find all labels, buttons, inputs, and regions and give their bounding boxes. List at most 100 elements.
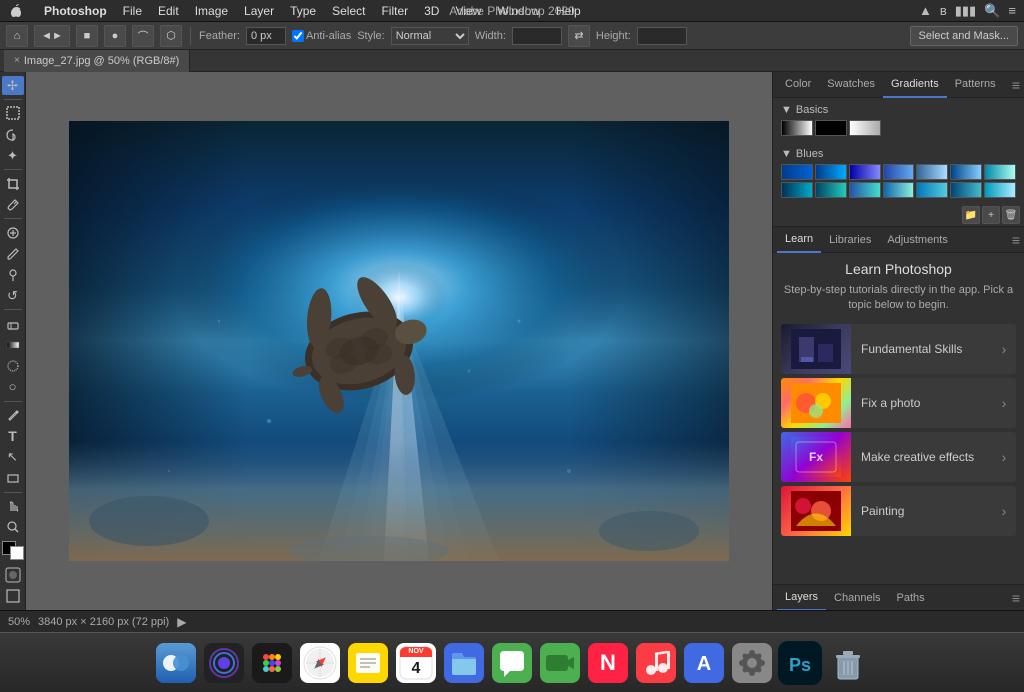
style-select[interactable]: Normal Fixed Ratio Fixed Size (391, 27, 469, 45)
select-mask-button[interactable]: Select and Mask... (910, 26, 1019, 46)
swatch-teal2[interactable] (815, 182, 847, 198)
blues-header[interactable]: ▼ Blues (777, 146, 1020, 162)
path-select-tool[interactable]: ↖ (2, 448, 24, 467)
gradients-folder-btn[interactable]: 📁 (962, 206, 980, 224)
learn-item-fix-photo[interactable]: Fix a photo › (781, 378, 1016, 428)
pen-tool[interactable] (2, 405, 24, 424)
lasso-tool[interactable] (2, 125, 24, 144)
tab-paths[interactable]: Paths (889, 585, 933, 611)
swatch-blue5[interactable] (916, 164, 948, 180)
dock-facetime[interactable] (538, 641, 582, 685)
status-arrow[interactable]: ▶ (177, 615, 186, 629)
swatch-teal3[interactable] (849, 182, 881, 198)
hand-tool[interactable] (2, 497, 24, 516)
menu-file[interactable]: File (115, 0, 150, 22)
history-brush-tool[interactable]: ↺ (2, 286, 24, 305)
menu-filter[interactable]: Filter (373, 0, 416, 22)
shape-tool[interactable] (2, 469, 24, 488)
menu-edit[interactable]: Edit (150, 0, 187, 22)
swatch-teal1[interactable] (781, 182, 813, 198)
swatch-blue4[interactable] (883, 164, 915, 180)
gradients-collapse-btn[interactable]: ≡ (1012, 77, 1020, 93)
canvas-area[interactable] (26, 72, 772, 610)
dodge-tool[interactable]: ○ (2, 377, 24, 396)
zoom-tool[interactable] (2, 518, 24, 537)
tab-channels[interactable]: Channels (826, 585, 888, 611)
learn-collapse-btn[interactable]: ≡ (1012, 232, 1020, 248)
move-home-btn[interactable]: ⌂ (6, 25, 28, 47)
dock-launchpad[interactable] (250, 641, 294, 685)
menu-type[interactable]: Type (282, 0, 324, 22)
clone-stamp-tool[interactable] (2, 265, 24, 284)
screen-mode-btn[interactable] (2, 587, 24, 606)
menu-image[interactable]: Image (187, 0, 236, 22)
menu-layer[interactable]: Layer (236, 0, 282, 22)
rect-tool-btn[interactable]: ■ (76, 25, 98, 47)
tab-color[interactable]: Color (777, 72, 819, 98)
brush-tool[interactable] (2, 244, 24, 263)
background-color[interactable] (10, 546, 24, 560)
swatch-teal5[interactable] (916, 182, 948, 198)
swatch-black-white[interactable] (781, 120, 813, 136)
basics-header[interactable]: ▼ Basics (777, 102, 1020, 118)
tab-adjustments[interactable]: Adjustments (879, 227, 956, 253)
healing-tool[interactable] (2, 223, 24, 242)
tab-layers[interactable]: Layers (777, 585, 826, 611)
eyedropper-tool[interactable] (2, 195, 24, 214)
dock-siri[interactable] (202, 641, 246, 685)
tab-swatches[interactable]: Swatches (819, 72, 883, 98)
swatch-blue1[interactable] (781, 164, 813, 180)
width-input[interactable] (512, 27, 562, 45)
dock-calendar[interactable]: NOV4 (394, 641, 438, 685)
magic-wand-tool[interactable]: ✦ (2, 146, 24, 165)
dock-messages[interactable] (490, 641, 534, 685)
crop-tool[interactable] (2, 174, 24, 193)
menu-icon[interactable]: ≡ (1008, 3, 1016, 18)
swap-btn[interactable]: ⇄ (568, 25, 590, 47)
tab-libraries[interactable]: Libraries (821, 227, 879, 253)
lasso-tool-btn[interactable]: ⌒ (132, 25, 154, 47)
dock-app-store[interactable]: A (682, 641, 726, 685)
gradient-tool[interactable] (2, 335, 24, 354)
dock-system-prefs[interactable] (730, 641, 774, 685)
color-selector[interactable] (2, 541, 24, 560)
dock-news[interactable]: N (586, 641, 630, 685)
dock-files[interactable] (442, 641, 486, 685)
swatch-blue3[interactable] (849, 164, 881, 180)
swatch-blue7[interactable] (984, 164, 1016, 180)
layers-collapse-btn[interactable]: ≡ (1012, 590, 1020, 606)
type-tool[interactable]: T (2, 426, 24, 445)
height-input[interactable] (637, 27, 687, 45)
swatch-teal7[interactable] (984, 182, 1016, 198)
tab-gradients[interactable]: Gradients (883, 72, 947, 98)
dock-notes[interactable] (346, 641, 390, 685)
swatch-blue2[interactable] (815, 164, 847, 180)
search-icon[interactable]: 🔍 (984, 3, 1000, 19)
marquee-tool[interactable] (2, 104, 24, 123)
gradients-add-btn[interactable]: + (982, 206, 1000, 224)
dock-music[interactable] (634, 641, 678, 685)
move-tool[interactable]: ✢ (2, 76, 24, 95)
dock-photoshop[interactable]: Ps (778, 641, 822, 685)
dock-finder[interactable] (154, 641, 198, 685)
arrow-btn[interactable]: ◄► (34, 25, 70, 47)
dock-safari[interactable] (298, 641, 342, 685)
image-tab[interactable]: × Image_27.jpg @ 50% (RGB/8#) (4, 50, 190, 72)
feather-input[interactable] (246, 27, 286, 45)
anti-alias-checkbox[interactable] (292, 30, 304, 42)
swatch-blue6[interactable] (950, 164, 982, 180)
eraser-tool[interactable] (2, 314, 24, 333)
swatch-white-trans[interactable] (849, 120, 881, 136)
ellipse-tool-btn[interactable]: ● (104, 25, 126, 47)
learn-item-creative[interactable]: Fx Make creative effects › (781, 432, 1016, 482)
quick-mask-btn[interactable] (2, 566, 24, 585)
menu-3d[interactable]: 3D (416, 0, 447, 22)
learn-item-fundamental[interactable]: Fundamental Skills › (781, 324, 1016, 374)
gradients-del-btn[interactable]: 🗑 (1002, 206, 1020, 224)
swatch-teal6[interactable] (950, 182, 982, 198)
menu-select[interactable]: Select (324, 0, 373, 22)
tab-patterns[interactable]: Patterns (947, 72, 1004, 98)
blur-tool[interactable] (2, 356, 24, 375)
apple-icon[interactable] (8, 3, 24, 19)
learn-item-painting[interactable]: Painting › (781, 486, 1016, 536)
